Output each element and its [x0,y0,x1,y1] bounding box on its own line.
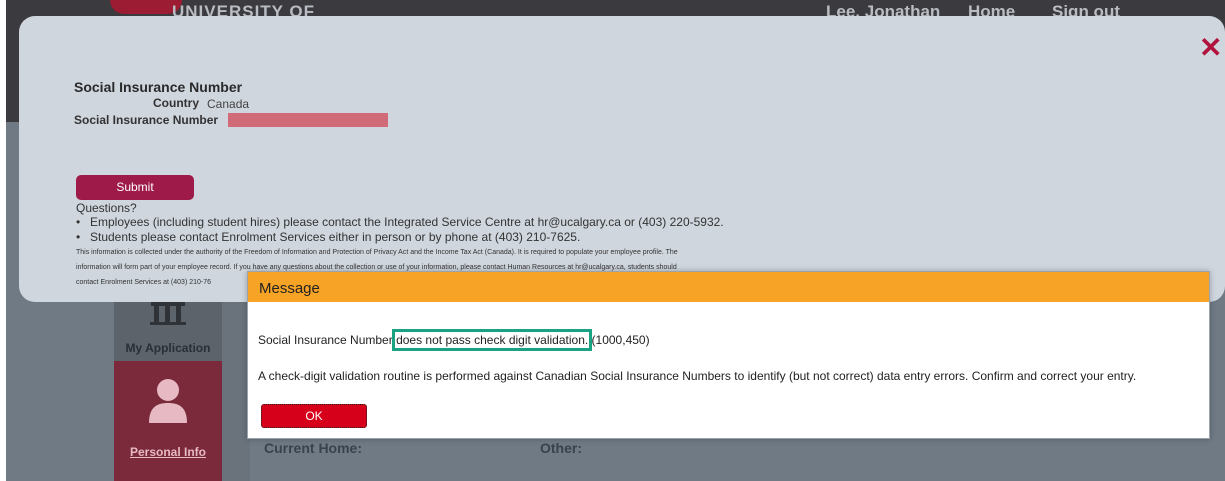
ok-button[interactable]: OK [261,404,367,428]
sin-form-panel: ✕ Social Insurance Number Country Canada… [19,16,1225,302]
list-item: • Employees (including student hires) ple… [76,215,724,229]
submit-button[interactable]: Submit [76,175,194,200]
current-home-label: Current Home: [264,440,363,456]
highlighted-error-text: does not pass check digit validation. [392,329,593,351]
message-code: (1000,450) [588,333,650,347]
country-value: Canada [207,97,250,111]
privacy-notice-line: This information is collected under the … [76,249,678,256]
privacy-notice-line: contact Enrolment Services at (403) 210-… [76,279,212,286]
message-prefix: Social Insurance Number [258,333,397,347]
sidebar-item-personal-info[interactable]: Personal Info [114,361,222,481]
list-item: • Students please contact Enrolment Servi… [76,230,581,244]
country-label: Country [153,96,199,110]
person-icon [149,379,187,423]
message-title: Message [259,280,320,297]
questions-heading: Questions? [76,201,137,215]
privacy-notice-line: information will form part of your emplo… [76,264,677,271]
list-item-text: Students please contact Enrolment Servic… [90,230,581,244]
list-item-text: Employees (including student hires) plea… [90,215,724,229]
sin-label: Social Insurance Number [74,113,219,127]
message-text: Social Insurance Number does not pass ch… [258,329,650,351]
app-frame: UNIVERSITY OF Lee, Jonathan Home Sign ou… [6,0,1225,481]
other-label: Other: [540,440,582,456]
close-icon[interactable]: ✕ [1199,34,1222,62]
form-title: Social Insurance Number [74,79,243,95]
message-titlebar: Message [248,272,1209,302]
sidebar-edge [222,300,250,481]
sidebar-item-label[interactable]: Personal Info [114,445,222,459]
message-detail: A check-digit validation routine is perf… [258,369,1137,383]
sidebar-item-label: My Application [125,341,211,355]
message-dialog: Message Social Insurance Number does not… [247,271,1210,439]
sin-input[interactable] [228,113,388,127]
